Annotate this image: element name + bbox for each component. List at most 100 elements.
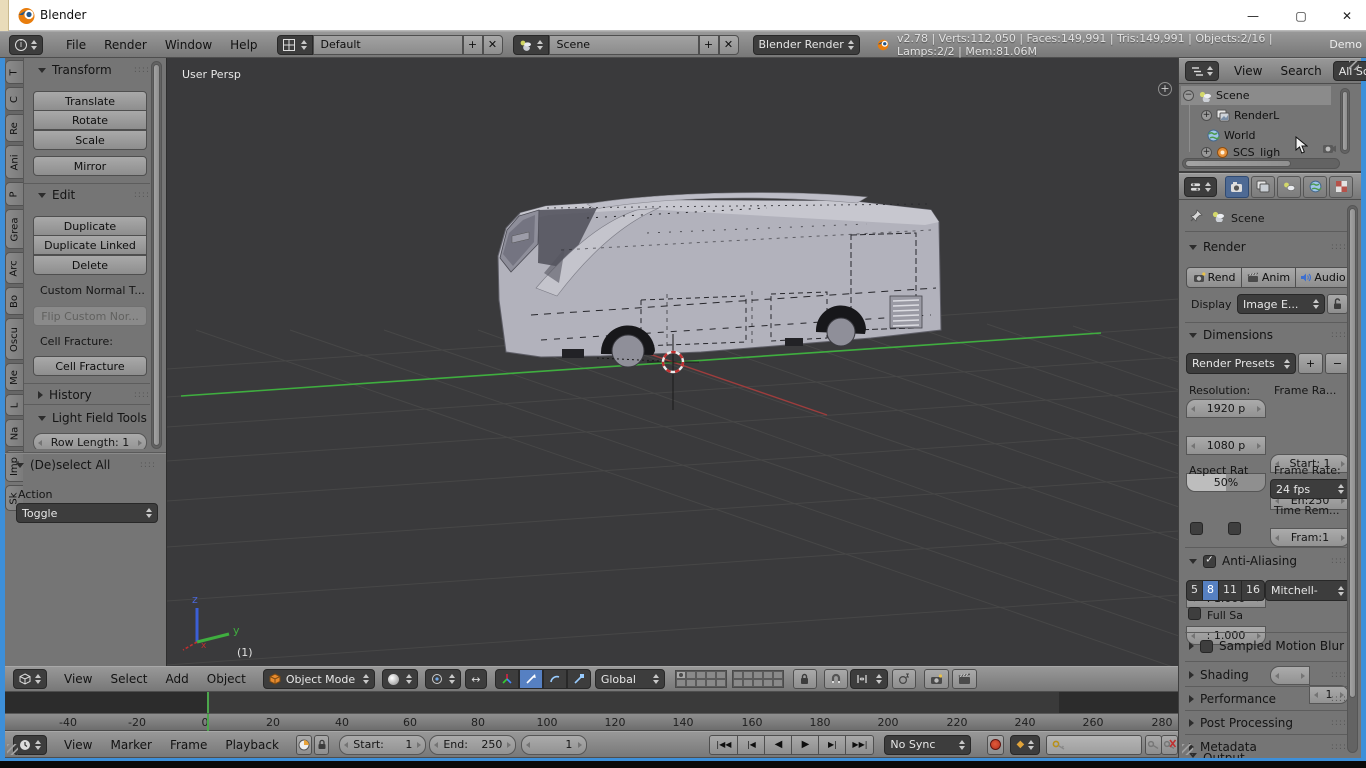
crop-checkbox[interactable] <box>1228 522 1241 535</box>
menu-file[interactable]: File <box>57 33 95 57</box>
scene-browse-button[interactable] <box>512 34 549 55</box>
aa-samples-segment[interactable]: 5 8 11 16 <box>1186 580 1265 601</box>
manipulator-scale-toggle[interactable] <box>566 669 591 689</box>
viewport-shading-dropdown[interactable] <box>381 669 418 689</box>
frame-lock-button[interactable] <box>314 734 330 755</box>
editor-type-outliner[interactable] <box>1185 61 1219 81</box>
layout-delete-button[interactable]: ✕ <box>482 34 503 55</box>
properties-scrollbar[interactable] <box>1347 205 1358 753</box>
current-frame-line[interactable] <box>207 692 209 713</box>
tab-scene[interactable] <box>1277 175 1301 198</box>
menu-timeline-playback[interactable]: Playback <box>216 733 288 757</box>
menu-timeline-marker[interactable]: Marker <box>101 733 160 757</box>
play-button[interactable]: ▶ <box>791 734 820 755</box>
menu-outliner-view[interactable]: View <box>1225 59 1271 83</box>
manipulator-axis-toggle[interactable] <box>494 669 519 689</box>
panel-header-output[interactable]: Output <box>1189 751 1347 758</box>
flip-custom-normals-button[interactable]: Flip Custom Nor... <box>33 306 147 326</box>
panel-header-transform[interactable]: Transform:::: <box>38 63 150 77</box>
breadcrumb[interactable]: Scene <box>1231 212 1265 225</box>
menu-timeline-frame[interactable]: Frame <box>161 733 216 757</box>
panel-header-history[interactable]: History:::: <box>38 388 150 402</box>
scene-delete-button[interactable]: ✕ <box>718 34 739 55</box>
aa-filter-dropdown[interactable]: Mitchell- <box>1265 580 1350 601</box>
prev-keyframe-button[interactable]: |◀ <box>737 734 766 755</box>
maximize-button[interactable]: ▢ <box>1284 4 1318 27</box>
timeline-track-area[interactable] <box>5 692 1178 713</box>
close-button[interactable]: ✕ <box>1330 4 1364 27</box>
shelf-tab-bo[interactable]: Bo <box>5 287 23 315</box>
rotate-button[interactable]: Rotate <box>33 110 147 130</box>
jump-to-start-button[interactable]: |◀◀ <box>709 734 739 755</box>
editor-type-properties[interactable] <box>1184 176 1217 197</box>
tab-texture[interactable] <box>1329 175 1353 198</box>
scene-name-field[interactable]: Scene <box>548 34 699 55</box>
opengl-anim-button[interactable] <box>951 669 977 689</box>
motion-blur-checkbox[interactable] <box>1200 639 1213 653</box>
panel-header-antialiasing[interactable]: ✓ Anti-Aliasing:::: <box>1189 554 1347 568</box>
delete-button[interactable]: Delete <box>33 255 147 275</box>
pin-icon[interactable] <box>1189 209 1203 223</box>
render-anim-button[interactable]: Anim <box>1241 267 1296 288</box>
shelf-tab-create[interactable]: C <box>5 87 23 111</box>
outliner-vscrollbar[interactable] <box>1340 88 1350 154</box>
collapse-icon[interactable]: − <box>1183 90 1194 101</box>
duplicate-linked-button[interactable]: Duplicate Linked <box>33 235 147 255</box>
scene-add-button[interactable]: + <box>698 34 719 55</box>
editor-type-timeline[interactable] <box>13 734 47 755</box>
scale-button[interactable]: Scale <box>33 130 147 150</box>
play-reverse-button[interactable]: ◀ <box>764 734 793 755</box>
panel-header-deselect-all[interactable]: (De)select All:::: <box>16 458 156 472</box>
end-frame-field[interactable]: End: 250 <box>429 734 517 755</box>
start-frame-field[interactable]: Start: 1 <box>339 734 427 755</box>
expand-icon[interactable]: + <box>1201 110 1212 121</box>
keying-set-dropdown[interactable]: ◆ <box>1010 734 1041 755</box>
layers-widget[interactable] <box>674 670 784 688</box>
action-dropdown[interactable]: Toggle <box>16 503 158 523</box>
tab-render[interactable] <box>1225 175 1249 198</box>
menu-render[interactable]: Render <box>95 33 156 57</box>
menu-timeline-view[interactable]: View <box>55 733 101 757</box>
menu-outliner-search[interactable]: Search <box>1271 59 1330 83</box>
panel-header-post-processing[interactable]: Post Processing:::: <box>1189 716 1347 730</box>
render-engine-dropdown[interactable]: Blender Render <box>752 34 860 55</box>
opengl-render-button[interactable] <box>923 669 949 689</box>
snap-toggle-button[interactable] <box>823 669 848 689</box>
expand-icon[interactable]: + <box>1201 146 1212 158</box>
fps-dropdown[interactable]: 24 fps <box>1270 479 1350 499</box>
snap-element-dropdown[interactable] <box>849 669 888 689</box>
panel-header-light-field-tools[interactable]: Light Field Tools <box>38 411 156 425</box>
panel-header-render[interactable]: Render:::: <box>1189 240 1347 254</box>
timeline-ruler[interactable]: -40 -20 0 20 40 60 80 100 120 140 160 18… <box>5 713 1178 732</box>
shelf-tab-tools[interactable]: T <box>5 60 23 84</box>
shelf-tab-l[interactable]: L <box>5 394 23 416</box>
region-expand-plus-icon[interactable]: + <box>1158 82 1172 96</box>
outliner-hscrollbar[interactable] <box>1182 158 1340 169</box>
resolution-y-field[interactable]: 1080 p <box>1186 436 1266 455</box>
menu-view3d-select[interactable]: Select <box>101 667 156 691</box>
display-dropdown[interactable]: Image E... <box>1237 294 1325 314</box>
editor-type-selector[interactable]: i <box>9 34 43 55</box>
record-button[interactable] <box>986 734 1005 755</box>
timeline-resize-grip[interactable] <box>7 744 18 755</box>
shelf-tab-na[interactable]: Na <box>5 419 23 447</box>
outliner-item-world[interactable]: World <box>1207 126 1256 145</box>
preset-add-button[interactable]: + <box>1298 353 1323 374</box>
tab-world[interactable] <box>1303 175 1327 198</box>
outliner-item-renderlayers[interactable]: + RenderL <box>1201 106 1279 125</box>
shelf-tab-relations[interactable]: Re <box>5 114 23 142</box>
outliner-item-scs-light[interactable]: + SCS_ligh <box>1201 145 1280 159</box>
full-sample-checkbox[interactable] <box>1188 607 1201 620</box>
shelf-tab-arc[interactable]: Arc <box>5 252 23 284</box>
snap-target-button[interactable] <box>891 669 916 689</box>
frame-step-field[interactable]: Fram:1 <box>1270 528 1350 547</box>
display-lock-button[interactable] <box>1327 294 1348 314</box>
restrict-camera-icon[interactable] <box>1322 142 1337 154</box>
pivot-point-dropdown[interactable] <box>424 669 461 689</box>
active-keying-set-field[interactable] <box>1046 734 1142 755</box>
insert-keyframe-button[interactable] <box>1144 734 1162 755</box>
menu-view3d-add[interactable]: Add <box>157 667 198 691</box>
tab-render-layers[interactable] <box>1251 175 1275 198</box>
mirror-button[interactable]: Mirror <box>33 156 147 176</box>
layout-name-field[interactable]: Default <box>312 34 463 55</box>
